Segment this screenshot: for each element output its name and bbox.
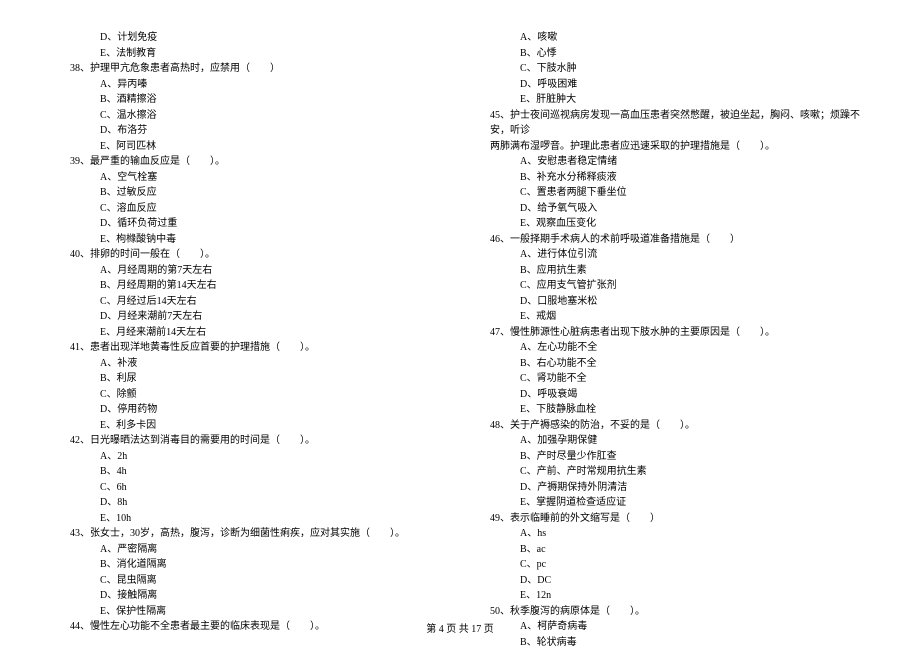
answer-option: D、计划免疫: [60, 30, 440, 46]
answer-option: A、2h: [60, 449, 440, 465]
question-text: 42、日光曝晒法达到消毒目的需要用的时间是（ ）。: [60, 433, 440, 449]
question-text: 41、患者出现洋地黄毒性反应首要的护理措施（ ）。: [60, 340, 440, 356]
question-text: 49、表示临睡前的外文缩写是（ ）: [480, 511, 860, 527]
answer-option: D、产褥期保持外阴清洁: [480, 480, 860, 496]
question-text: 43、张女士，30岁，高热，腹泻，诊断为细菌性痢疾，应对其实施（ ）。: [60, 526, 440, 542]
page-indicator: 第 4 页 共 17 页: [426, 624, 494, 635]
answer-option: B、消化道隔离: [60, 557, 440, 573]
right-column: A、咳嗽B、心悸C、下肢水肿D、呼吸困难E、肝脏肿大45、护士夜间巡视病房发现一…: [480, 30, 860, 610]
answer-option: E、戒烟: [480, 309, 860, 325]
answer-option: C、置患者两腿下垂坐位: [480, 185, 860, 201]
question-text: 39、最严重的输血反应是（ ）。: [60, 154, 440, 170]
left-column: D、计划免疫E、法制教育38、护理甲亢危象患者高热时，应禁用（ ）A、异丙嗪B、…: [60, 30, 440, 610]
answer-option: E、保护性隔离: [60, 604, 440, 620]
question-text: 45、护士夜间巡视病房发现一高血压患者突然憋醒，被迫坐起，胸闷、咳嗽；烦躁不安，…: [480, 108, 860, 139]
answer-option: E、掌握阴道检查适应证: [480, 495, 860, 511]
answer-option: C、肾功能不全: [480, 371, 860, 387]
answer-option: B、右心功能不全: [480, 356, 860, 372]
answer-option: E、12n: [480, 588, 860, 604]
answer-option: B、月经周期的第14天左右: [60, 278, 440, 294]
page-footer: 第 4 页 共 17 页: [0, 620, 920, 635]
answer-option: D、DC: [480, 573, 860, 589]
document-content: D、计划免疫E、法制教育38、护理甲亢危象患者高热时，应禁用（ ）A、异丙嗪B、…: [60, 30, 860, 610]
answer-option: E、法制教育: [60, 46, 440, 62]
answer-option: E、观察血压变化: [480, 216, 860, 232]
answer-option: E、利多卡因: [60, 418, 440, 434]
answer-option: D、循环负荷过重: [60, 216, 440, 232]
answer-option: B、过敏反应: [60, 185, 440, 201]
answer-option: D、停用药物: [60, 402, 440, 418]
answer-option: C、溶血反应: [60, 201, 440, 217]
answer-option: A、月经周期的第7天左右: [60, 263, 440, 279]
answer-option: B、利尿: [60, 371, 440, 387]
answer-option: A、严密隔离: [60, 542, 440, 558]
question-text: 46、一般择期手术病人的术前呼吸道准备措施是（ ）: [480, 232, 860, 248]
answer-option: C、除颤: [60, 387, 440, 403]
answer-option: B、4h: [60, 464, 440, 480]
answer-option: E、阿司匹林: [60, 139, 440, 155]
question-text: 48、关于产褥感染的防治，不妥的是（ ）。: [480, 418, 860, 434]
answer-option: C、应用支气管扩张剂: [480, 278, 860, 294]
answer-option: D、8h: [60, 495, 440, 511]
answer-option: E、下肢静脉血栓: [480, 402, 860, 418]
answer-option: D、接触隔离: [60, 588, 440, 604]
answer-option: A、异丙嗪: [60, 77, 440, 93]
answer-option: B、ac: [480, 542, 860, 558]
answer-option: D、呼吸困难: [480, 77, 860, 93]
question-continuation: 两肺满布湿啰音。护理此患者应迅速采取的护理措施是（ ）。: [480, 139, 860, 155]
answer-option: B、酒精擦浴: [60, 92, 440, 108]
answer-option: A、进行体位引流: [480, 247, 860, 263]
answer-option: C、温水擦浴: [60, 108, 440, 124]
answer-option: A、安慰患者稳定情绪: [480, 154, 860, 170]
answer-option: E、月经来潮前14天左右: [60, 325, 440, 341]
answer-option: D、口服地塞米松: [480, 294, 860, 310]
answer-option: B、产时尽量少作肛查: [480, 449, 860, 465]
answer-option: D、月经来潮前7天左右: [60, 309, 440, 325]
answer-option: D、给予氧气吸入: [480, 201, 860, 217]
answer-option: E、肝脏肿大: [480, 92, 860, 108]
answer-option: C、昆虫隔离: [60, 573, 440, 589]
question-text: 47、慢性肺源性心脏病患者出现下肢水肿的主要原因是（ ）。: [480, 325, 860, 341]
answer-option: D、布洛芬: [60, 123, 440, 139]
answer-option: C、pc: [480, 557, 860, 573]
answer-option: A、咳嗽: [480, 30, 860, 46]
answer-option: B、应用抗生素: [480, 263, 860, 279]
answer-option: B、补充水分稀释痰液: [480, 170, 860, 186]
answer-option: C、产前、产时常规用抗生素: [480, 464, 860, 480]
answer-option: E、枸橼酸钠中毒: [60, 232, 440, 248]
question-text: 38、护理甲亢危象患者高热时，应禁用（ ）: [60, 61, 440, 77]
answer-option: B、心悸: [480, 46, 860, 62]
answer-option: A、空气栓塞: [60, 170, 440, 186]
answer-option: A、hs: [480, 526, 860, 542]
question-text: 50、秋季腹泻的病原体是（ ）。: [480, 604, 860, 620]
answer-option: E、10h: [60, 511, 440, 527]
answer-option: A、加强孕期保健: [480, 433, 860, 449]
answer-option: A、补液: [60, 356, 440, 372]
answer-option: D、呼吸衰竭: [480, 387, 860, 403]
answer-option: B、轮状病毒: [480, 635, 860, 650]
answer-option: C、月经过后14天左右: [60, 294, 440, 310]
answer-option: A、左心功能不全: [480, 340, 860, 356]
question-text: 40、排卵的时间一般在（ ）。: [60, 247, 440, 263]
answer-option: C、下肢水肿: [480, 61, 860, 77]
answer-option: C、6h: [60, 480, 440, 496]
